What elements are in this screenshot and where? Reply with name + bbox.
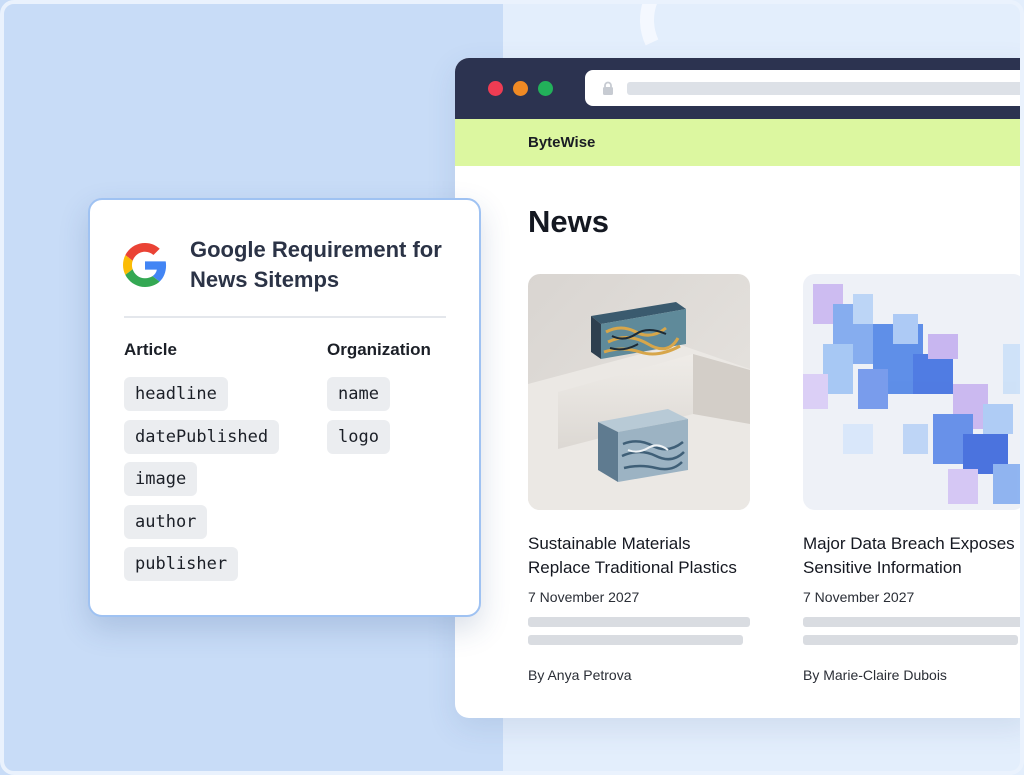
article-card[interactable]: Sustainable Materials Replace Traditiona… bbox=[528, 274, 750, 683]
article-date: 7 November 2027 bbox=[528, 589, 640, 605]
field-chip-headline: headline bbox=[124, 377, 228, 411]
article-card[interactable]: Major Data Breach Exposes Sensitive Info… bbox=[803, 274, 1024, 683]
article-title-line[interactable]: Major Data Breach Exposes bbox=[803, 532, 1024, 556]
page-title: News bbox=[528, 204, 609, 239]
site-header: ByteWise bbox=[455, 119, 1024, 166]
close-window-dot[interactable] bbox=[488, 81, 503, 96]
browser-toolbar bbox=[455, 58, 1024, 119]
panel-title: Google Requirement for News Sitemps bbox=[190, 237, 442, 292]
excerpt-placeholder bbox=[528, 635, 743, 645]
excerpt-placeholder bbox=[528, 617, 750, 627]
address-bar[interactable] bbox=[585, 70, 1024, 106]
minimize-window-dot[interactable] bbox=[513, 81, 528, 96]
field-chip-datepublished: datePublished bbox=[124, 419, 280, 454]
organization-heading: Organization bbox=[327, 340, 431, 359]
article-image[interactable] bbox=[528, 274, 750, 510]
article-date: 7 November 2027 bbox=[803, 589, 915, 605]
lock-icon bbox=[603, 81, 613, 95]
url-placeholder bbox=[627, 82, 1024, 95]
article-title[interactable]: Major Data Breach Exposes Sensitive Info… bbox=[803, 532, 1024, 580]
field-chip-image: image bbox=[124, 462, 198, 496]
field-chip-logo: logo bbox=[327, 419, 390, 454]
divider bbox=[124, 316, 446, 318]
field-chip-publisher: publisher bbox=[124, 547, 239, 581]
site-logo[interactable]: ByteWise bbox=[528, 134, 595, 151]
article-author: By Marie-Claire Dubois bbox=[803, 667, 947, 683]
article-image[interactable] bbox=[803, 274, 1024, 510]
article-heading: Article bbox=[124, 340, 177, 359]
article-title-line[interactable]: Sustainable Materials bbox=[528, 532, 750, 556]
article-fields: headline datePublished image author publ… bbox=[124, 377, 280, 590]
browser-window: ByteWise News Sustainable Materials Repl… bbox=[455, 58, 1024, 718]
article-title-line[interactable]: Replace Traditional Plastics bbox=[528, 556, 750, 580]
excerpt-placeholder bbox=[803, 617, 1024, 627]
requirements-panel: Google Requirement for News Sitemps Arti… bbox=[88, 198, 481, 617]
article-title-line[interactable]: Sensitive Information bbox=[803, 556, 1024, 580]
organization-fields: name logo bbox=[327, 377, 390, 462]
google-g-icon bbox=[123, 243, 167, 287]
field-chip-name: name bbox=[327, 377, 390, 411]
maximize-window-dot[interactable] bbox=[538, 81, 553, 96]
article-title[interactable]: Sustainable Materials Replace Traditiona… bbox=[528, 532, 750, 580]
excerpt-placeholder bbox=[803, 635, 1018, 645]
field-chip-author: author bbox=[124, 504, 208, 539]
article-author: By Anya Petrova bbox=[528, 667, 632, 683]
